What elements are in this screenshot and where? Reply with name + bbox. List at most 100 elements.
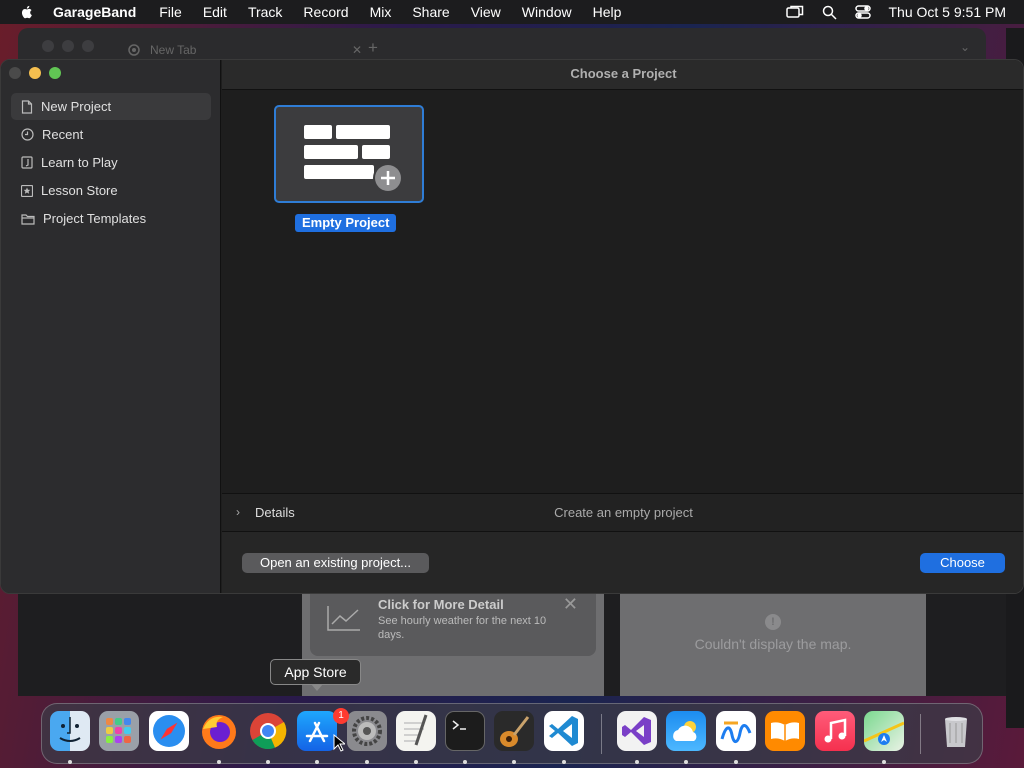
sidebar: New Project Recent Learn to Play Lesson … (1, 60, 221, 593)
details-bar: › Details Create an empty project (222, 493, 1023, 532)
running-indicator (635, 760, 639, 764)
chrome-tab-icon (128, 44, 140, 56)
running-indicator (734, 760, 738, 764)
firefox-icon[interactable] (199, 711, 239, 751)
sidebar-list: New Project Recent Learn to Play Lesson … (11, 93, 211, 233)
project-chooser-main: Choose a Project Empty Project › Details… (222, 60, 1023, 593)
open-existing-project-button[interactable]: Open an existing project... (242, 553, 429, 573)
zoom-window-button[interactable] (49, 67, 61, 79)
scribble-icon (720, 721, 752, 743)
menubar-clock[interactable]: Thu Oct 5 9:51 PM (889, 4, 1007, 20)
maps-icon[interactable] (863, 711, 905, 751)
sidebar-item-project-templates[interactable]: Project Templates (11, 205, 211, 232)
document-icon (21, 99, 33, 114)
dock-separator (601, 714, 602, 754)
minimize-window-button[interactable] (29, 67, 41, 79)
vscode-icon[interactable] (544, 711, 584, 751)
safari-icon[interactable] (149, 711, 189, 751)
visual-studio-logo-icon (622, 717, 651, 745)
close-icon[interactable]: ✕ (563, 594, 578, 615)
settings-icon[interactable] (347, 711, 387, 751)
weather-icon[interactable] (666, 711, 706, 751)
control-center-icon[interactable] (854, 5, 871, 19)
menu-mix[interactable]: Mix (370, 4, 392, 20)
guitar-icon (500, 716, 530, 747)
choose-project-window: New Project Recent Learn to Play Lesson … (0, 59, 1024, 594)
choose-button[interactable]: Choose (920, 553, 1005, 573)
finder-icon[interactable] (50, 711, 90, 751)
trash-can-icon (945, 717, 967, 747)
apple-icon[interactable] (19, 4, 35, 20)
menu-track[interactable]: Track (248, 4, 282, 20)
app-store-a-icon (305, 721, 329, 743)
close-window-button[interactable] (9, 67, 21, 79)
music-icon[interactable] (815, 711, 855, 751)
textedit-icon[interactable] (396, 711, 436, 751)
chrome-logo-icon (250, 713, 287, 750)
new-tab-icon[interactable]: + (368, 38, 378, 58)
mouse-cursor-icon (333, 734, 345, 752)
menu-app-name[interactable]: GarageBand (53, 4, 136, 20)
sidebar-item-recent[interactable]: Recent (11, 121, 211, 148)
menu-file[interactable]: File (159, 4, 182, 20)
garageband-icon[interactable] (494, 711, 534, 751)
running-indicator (512, 760, 516, 764)
pen-paper-icon (404, 714, 428, 746)
running-indicator (266, 760, 270, 764)
open-book-icon (771, 722, 799, 741)
cloud-icon (673, 721, 697, 741)
running-indicator (315, 760, 319, 764)
running-indicator (217, 760, 221, 764)
empty-project-tile[interactable] (274, 105, 424, 203)
finder-face-icon (59, 717, 81, 742)
sidebar-item-label: Project Templates (43, 211, 147, 226)
running-indicator (365, 760, 369, 764)
tab-list-chevron-icon[interactable]: ⌄ (960, 40, 970, 54)
running-indicator (882, 760, 886, 764)
sidebar-item-learn-to-play[interactable]: Learn to Play (11, 149, 211, 176)
weather-map-card: ! Couldn't display the map. (620, 594, 926, 696)
screen-mirroring-icon[interactable] (785, 5, 804, 19)
prompt-icon (452, 720, 466, 730)
menu-edit[interactable]: Edit (203, 4, 227, 20)
trash-icon[interactable] (936, 711, 976, 751)
weather-notice[interactable]: Click for More Detail See hourly weather… (310, 594, 596, 656)
tab-close-icon[interactable]: ✕ (352, 43, 362, 57)
vscode-logo-icon (549, 716, 578, 746)
menu-share[interactable]: Share (412, 4, 449, 20)
terminal-icon[interactable] (445, 711, 485, 751)
map-error-message: Couldn't display the map. (694, 636, 852, 652)
sidebar-item-label: Recent (42, 127, 84, 142)
dock-separator (920, 714, 921, 754)
window-title: Choose a Project (222, 60, 1023, 90)
sidebar-item-lesson-store[interactable]: Lesson Store (11, 177, 211, 204)
window-traffic-lights (9, 67, 61, 79)
books-icon[interactable] (765, 711, 805, 751)
info-icon: ! (765, 614, 781, 630)
dock-tooltip: App Store (270, 659, 361, 691)
menu-record[interactable]: Record (303, 4, 348, 20)
sidebar-item-label: Learn to Play (41, 155, 118, 170)
compass-icon (153, 715, 185, 747)
chrome-icon[interactable] (248, 711, 288, 751)
app-store-icon[interactable] (297, 711, 337, 751)
empty-project-label[interactable]: Empty Project (295, 214, 397, 232)
dock (41, 703, 983, 764)
browser-traffic-lights (42, 40, 94, 52)
running-indicator (463, 760, 467, 764)
launchpad-grid-icon (106, 718, 131, 743)
sidebar-item-new-project[interactable]: New Project (11, 93, 211, 120)
dialog-button-bar: Open an existing project... Choose (222, 532, 1023, 593)
freeform-icon[interactable] (716, 711, 756, 751)
sidebar-item-label: Lesson Store (41, 183, 118, 198)
music-note-icon (824, 718, 847, 743)
visual-studio-icon[interactable] (617, 711, 657, 751)
menu-window[interactable]: Window (522, 4, 572, 20)
menu-help[interactable]: Help (593, 4, 622, 20)
launchpad-icon[interactable] (99, 711, 139, 751)
empty-project-icon (304, 125, 402, 193)
spotlight-search-icon[interactable] (822, 5, 837, 20)
menu-bar: GarageBand File Edit Track Record Mix Sh… (0, 0, 1024, 24)
menu-view[interactable]: View (471, 4, 501, 20)
notification-badge: 1 (333, 708, 349, 724)
